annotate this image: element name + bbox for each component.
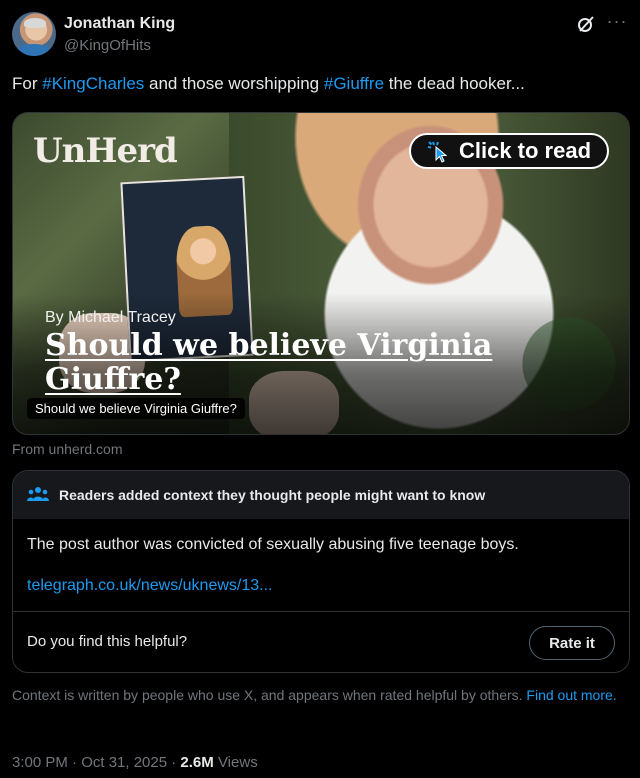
helpful-question: Do you find this helpful?: [27, 633, 188, 650]
rate-it-button[interactable]: Rate it: [529, 626, 615, 660]
hashtag-kingcharles[interactable]: #KingCharles: [42, 74, 144, 93]
avatar-shirt: [16, 44, 52, 56]
cursor-click-icon: [427, 141, 448, 163]
find-out-more-link[interactable]: Find out more.: [526, 687, 616, 703]
author-handle[interactable]: @KingOfHits: [64, 37, 151, 54]
views-count: 2.6M: [180, 754, 214, 771]
community-note-title: Readers added context they thought peopl…: [59, 487, 486, 503]
grok-icon[interactable]: [576, 14, 596, 34]
community-note: Readers added context they thought peopl…: [12, 470, 630, 673]
divider: [13, 611, 629, 612]
avatar-hair: [24, 18, 46, 28]
tweet-header: Jonathan King @KingOfHits ···: [12, 12, 628, 58]
card-source[interactable]: From unherd.com: [12, 441, 122, 457]
tweet-meta: 3:00 PM · Oct 31, 2025 · 2.6M Views: [12, 754, 258, 771]
tweet-text: For #KingCharles and those worshipping #…: [12, 73, 628, 95]
avatar[interactable]: [12, 12, 56, 56]
click-to-read-label: Click to read: [458, 138, 592, 163]
community-note-header: Readers added context they thought peopl…: [13, 471, 629, 519]
views-label: Views: [213, 754, 258, 771]
click-to-read-badge[interactable]: Click to read: [409, 133, 609, 169]
card-caption: Should we believe Virginia Giuffre?: [27, 398, 245, 419]
tweet-text-part: and those worshipping: [144, 74, 324, 93]
context-footer: Context is written by people who use X, …: [12, 686, 622, 705]
link-card[interactable]: UnHerd Click to read By Michael Tracey S…: [12, 112, 630, 435]
unherd-logo: UnHerd: [33, 131, 178, 171]
people-icon: [27, 487, 49, 501]
card-byline: By Michael Tracey: [45, 309, 176, 326]
more-icon[interactable]: ···: [606, 12, 628, 34]
tweet-text-part: the dead hooker...: [384, 74, 525, 93]
tweet-text-part: For: [12, 74, 43, 93]
hashtag-giuffre[interactable]: #Giuffre: [324, 74, 384, 93]
tweet-timestamp[interactable]: 3:00 PM · Oct 31, 2025 ·: [12, 754, 180, 771]
context-footer-text: Context is written by people who use X, …: [12, 687, 527, 703]
community-note-link[interactable]: telegraph.co.uk/news/uknews/13...: [27, 577, 272, 595]
community-note-body: The post author was convicted of sexuall…: [27, 536, 519, 553]
author-name[interactable]: Jonathan King: [64, 15, 175, 33]
card-headline[interactable]: Should we believe Virginia Giuffre?: [45, 329, 515, 397]
